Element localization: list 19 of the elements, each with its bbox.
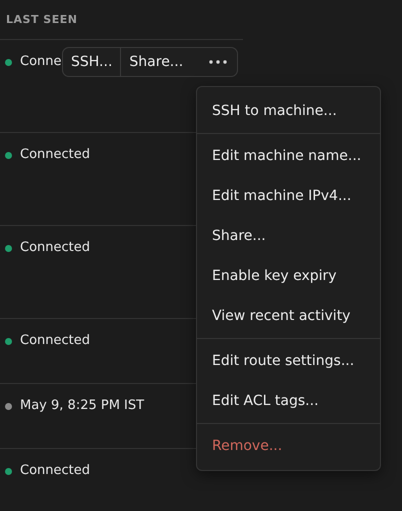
last-seen-text: Connected [20,463,90,479]
last-seen-text: Connected [20,240,90,256]
more-icon[interactable] [209,60,227,64]
column-header: LAST SEEN [6,13,78,26]
last-seen-text: Connected [20,147,90,163]
menu-item[interactable]: Enable key expiry [197,256,380,296]
menu-item[interactable]: Edit machine IPv4... [197,176,380,216]
toolbar-button[interactable]: SSH... [63,48,122,76]
menu-item[interactable]: Edit ACL tags... [197,381,380,421]
menu-item[interactable]: Share... [197,216,380,256]
menu-item[interactable]: Remove... [197,426,380,466]
menu-item[interactable]: Edit route settings... [197,341,380,381]
menu-item[interactable]: Edit machine name... [197,136,380,176]
menu-item[interactable]: View recent activity [197,296,380,336]
last-seen-text: May 9, 8:25 PM IST [20,398,144,414]
toolbar-button[interactable]: Share... [121,48,192,76]
last-seen-text: Connected [20,333,90,349]
last-seen-text: Conne [20,54,62,70]
menu-item[interactable]: SSH to machine... [197,91,380,131]
